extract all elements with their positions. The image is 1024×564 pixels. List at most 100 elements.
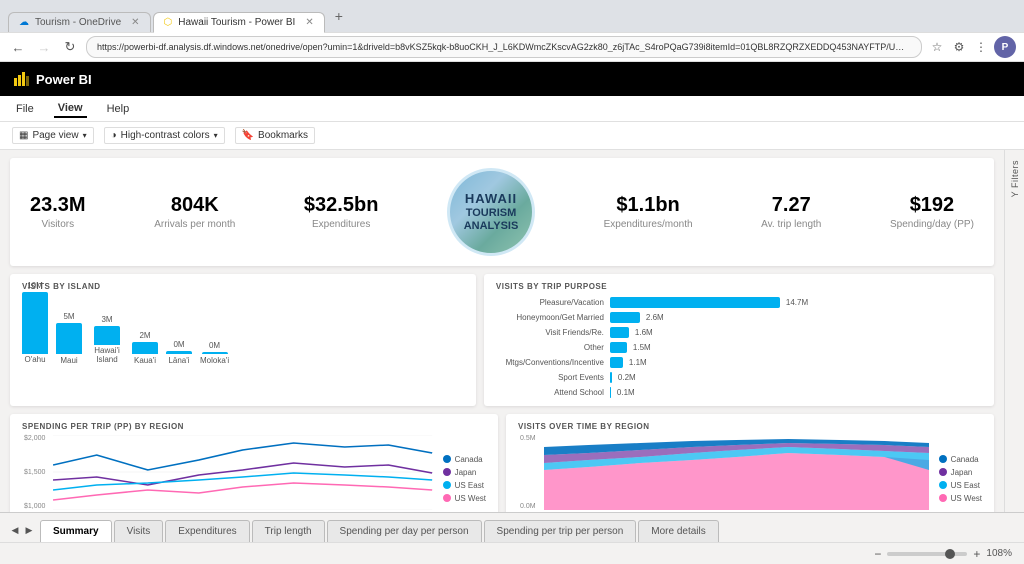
legend-uswest-label: US West [455, 494, 486, 503]
report-canvas: 23.3M Visitors 804K Arrivals per month $… [0, 150, 1004, 512]
purpose-bar-2[interactable] [610, 327, 629, 338]
hawaii-logo-text3: ANALYSIS [464, 220, 519, 233]
back-btn[interactable]: ← [8, 37, 28, 57]
tab-more-details[interactable]: More details [638, 520, 718, 542]
tab-summary[interactable]: Summary [40, 520, 112, 542]
bar-lanai-label-top: 0M [173, 340, 184, 349]
hawaii-logo-text: HAWAII [465, 191, 517, 207]
visits-by-island-card: VISITS BY ISLAND 10M O'ahu 5M Maui [10, 274, 476, 406]
purpose-label-2: Visit Friends/Re. [496, 328, 604, 337]
purpose-value-2: 1.6M [635, 328, 653, 337]
bar-lanai-rect[interactable] [166, 351, 192, 354]
purpose-row-5: Sport Events 0.2M [496, 372, 982, 383]
purpose-value-6: 0.1M [617, 388, 635, 397]
tab-nav-next[interactable]: ▶ [22, 520, 36, 540]
vlegend-japan-label: Japan [951, 468, 973, 477]
purpose-bar-0[interactable] [610, 297, 780, 308]
bar-oahu-rect[interactable] [22, 292, 48, 354]
tab-spending-day[interactable]: Spending per day per person [327, 520, 482, 542]
vlegend-japan-dot [939, 468, 947, 476]
menu-view[interactable]: View [54, 100, 87, 118]
vlegend-useast: US East [939, 481, 982, 490]
zoom-slider[interactable] [887, 552, 967, 556]
contrast-label: High-contrast colors [121, 130, 210, 141]
bar-kauai-label-top: 2M [139, 331, 150, 340]
visits-y-axis: 0.5M 0.0M [518, 435, 538, 510]
bookmark-label: Bookmarks [258, 130, 308, 141]
purpose-bar-6[interactable] [610, 387, 611, 398]
tab-trip-length[interactable]: Trip length [252, 520, 325, 542]
browser-tab-active[interactable]: ⬡ Hawaii Tourism - Power BI ✕ [153, 12, 325, 33]
purpose-value-0: 14.7M [786, 298, 808, 307]
zoom-plus[interactable]: + [973, 547, 980, 561]
purpose-label-3: Other [496, 343, 604, 352]
bar-maui-rect[interactable] [56, 323, 82, 354]
bookmarks-btn[interactable]: 🔖 Bookmarks [235, 127, 315, 144]
profile-avatar[interactable]: P [994, 36, 1016, 58]
spending-y-1500: $1,500 [24, 469, 45, 476]
kpi-trip-length-value: 7.27 [761, 194, 821, 217]
zoom-minus[interactable]: − [874, 547, 881, 561]
bar-molokai-label-top: 0M [209, 341, 220, 350]
tab-nav-prev[interactable]: ◀ [8, 520, 22, 540]
purpose-label-1: Honeymoon/Get Married [496, 313, 604, 322]
bar-molokai-rect[interactable] [202, 352, 228, 354]
bar-oahu: 10M O'ahu [22, 281, 48, 365]
tab1-close[interactable]: ✕ [131, 17, 139, 28]
legend-canada: Canada [443, 455, 486, 464]
purpose-row-3: Other 1.5M [496, 342, 982, 353]
legend-uswest-dot [443, 494, 451, 502]
purpose-label-5: Sport Events [496, 373, 604, 382]
zoom-level: 108% [986, 548, 1012, 559]
purpose-value-5: 0.2M [618, 373, 636, 382]
purpose-bar-3[interactable] [610, 342, 627, 353]
forward-btn[interactable]: → [34, 37, 54, 57]
bar-molokai: 0M Moloka'i [200, 341, 229, 365]
page-view-btn[interactable]: ▦ Page view ▾ [12, 127, 94, 144]
visits-by-island-title: VISITS BY ISLAND [22, 282, 464, 291]
bar-hawaii-rect[interactable] [94, 326, 120, 345]
bar-kauai: 2M Kaua'i [132, 331, 158, 365]
tab2-label: Hawaii Tourism - Power BI [178, 17, 295, 28]
new-tab-btn[interactable]: + [327, 4, 351, 28]
purpose-bar-4[interactable] [610, 357, 623, 368]
more-icon[interactable]: ⋮ [972, 38, 990, 56]
browser-tab-inactive[interactable]: ☁ Tourism - OneDrive ✕ [8, 12, 151, 32]
bookmark-icon: 🔖 [242, 130, 254, 141]
legend-uswest: US West [443, 494, 486, 503]
purpose-row-1: Honeymoon/Get Married 2.6M [496, 312, 982, 323]
tabs-bar: ◀ ▶ Summary Visits Expenditures Trip len… [0, 512, 1024, 542]
purpose-bar-1[interactable] [610, 312, 640, 323]
spending-y-axis: $2,000 $1,500 $1,000 [22, 435, 47, 510]
kpi-spending-day-value: $192 [890, 194, 974, 217]
bottom-charts-row: SPENDING PER TRIP (PP) BY REGION $2,000 … [10, 414, 994, 512]
kpi-arrivals-label: Arrivals per month [154, 219, 235, 230]
legend-useast-dot [443, 481, 451, 489]
tab2-close[interactable]: ✕ [305, 17, 313, 28]
extensions-icon[interactable]: ⚙ [950, 38, 968, 56]
visits-over-time-title: VISITS OVER TIME BY REGION [518, 422, 982, 431]
purpose-bar-5[interactable] [610, 372, 612, 383]
star-icon[interactable]: ☆ [928, 38, 946, 56]
bar-oahu-island: O'ahu [24, 356, 45, 365]
filters-sidebar[interactable]: Y Filters [1004, 150, 1024, 512]
vlegend-uswest: US West [939, 494, 982, 503]
kpi-expenditures: $32.5bn Expenditures [304, 194, 378, 230]
legend-canada-label: Canada [455, 455, 483, 464]
island-bar-chart: 10M O'ahu 5M Maui 3M Hawai'i Island [22, 295, 464, 385]
vlegend-uswest-dot [939, 494, 947, 502]
visits-over-time-card: VISITS OVER TIME BY REGION 0.5M 0.0M [506, 414, 994, 512]
tab-expenditures[interactable]: Expenditures [165, 520, 249, 542]
high-contrast-btn[interactable]: ◑ High-contrast colors ▾ [104, 127, 225, 144]
refresh-btn[interactable]: ↻ [60, 37, 80, 57]
menu-help[interactable]: Help [103, 101, 134, 117]
address-bar[interactable]: https://powerbi-df.analysis.df.windows.n… [86, 36, 922, 58]
tab-visits[interactable]: Visits [114, 520, 164, 542]
bar-kauai-rect[interactable] [132, 342, 158, 354]
menu-file[interactable]: File [12, 101, 38, 117]
vlegend-canada: Canada [939, 455, 982, 464]
tab-spending-trip[interactable]: Spending per trip per person [484, 520, 637, 542]
tab1-label: Tourism - OneDrive [35, 17, 121, 28]
vlegend-canada-label: Canada [951, 455, 979, 464]
spending-chart-wrapper: $2,000 $1,500 $1,000 [22, 435, 486, 512]
